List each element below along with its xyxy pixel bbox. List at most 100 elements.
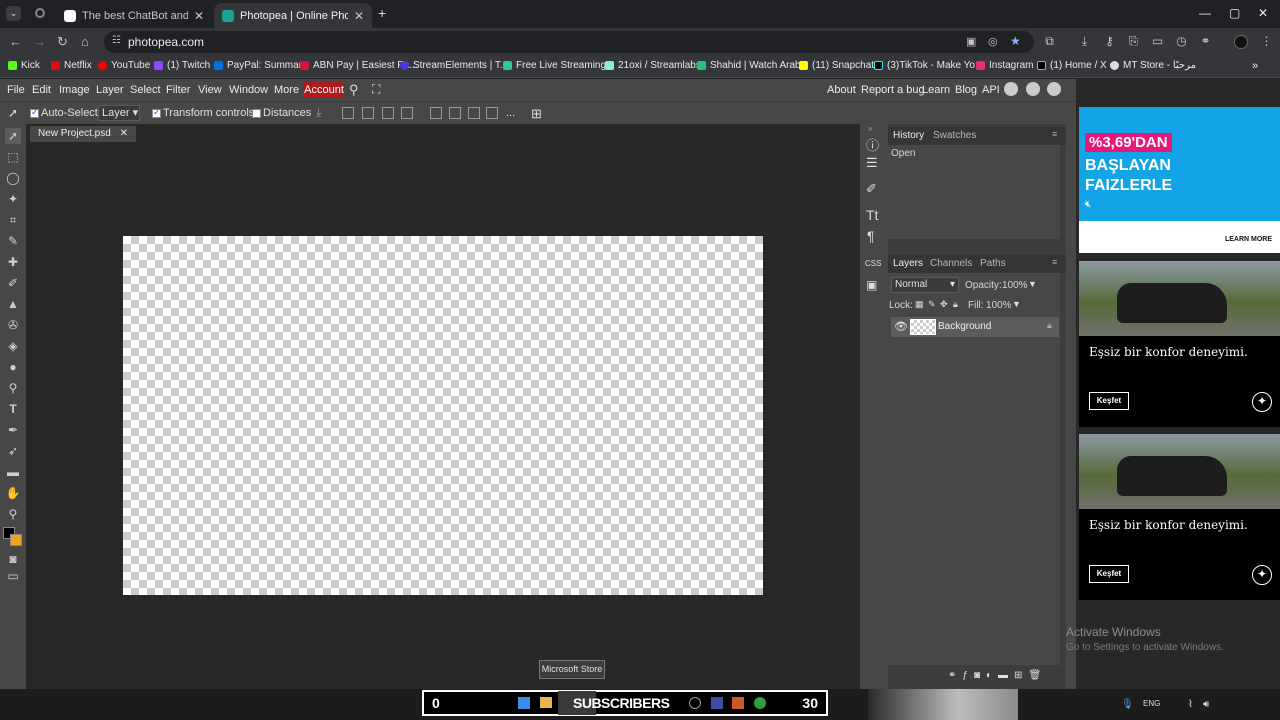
stamp-icon[interactable]: ▲ [5, 296, 21, 312]
windows-start-icon[interactable] [518, 697, 530, 709]
download-icon[interactable]: ⤓ [1078, 35, 1091, 48]
bookmark-streamlabs[interactable]: 21oxi / Streamlabs [605, 60, 701, 71]
menu-api[interactable]: API [982, 84, 1000, 96]
magic-wand-icon[interactable]: ✦ [5, 191, 21, 207]
bank-ad[interactable]: %3,69'DAN BAŞLAYAN FAIZLERLE 🔇︎ LEARN MO… [1079, 107, 1280, 253]
blend-mode-select[interactable]: Normal ▾ [891, 277, 959, 293]
account-button[interactable]: Account [304, 82, 344, 98]
card-icon[interactable]: ▭ [1151, 35, 1164, 48]
screen-mode-icon[interactable]: ▭ [5, 568, 21, 584]
menu-learn[interactable]: Learn [922, 84, 950, 96]
new-layer-icon[interactable]: ⊞ [1014, 670, 1028, 681]
bookmark-streamelements[interactable]: StreamElements | T... [400, 60, 508, 71]
brush-settings-icon[interactable]: ✐ [866, 181, 877, 197]
tab-layers[interactable]: Layers [893, 258, 923, 269]
opacity-dropdown-icon[interactable]: ▼ [1028, 279, 1037, 289]
move-tool-icon[interactable]: ➚ [8, 106, 18, 120]
hand-icon[interactable]: ✋ [5, 485, 21, 501]
extensions-icon[interactable]: ⧉ [1043, 35, 1056, 48]
close-icon[interactable]: ✕ [194, 9, 204, 23]
history-brush-icon[interactable]: ✇ [5, 317, 21, 333]
lock-all-icon[interactable]: 🔒︎ [953, 299, 958, 310]
history-item[interactable]: Open [891, 148, 915, 159]
zoom-icon[interactable]: ⚲ [5, 506, 21, 522]
menu-about[interactable]: About [827, 84, 856, 96]
brush-icon[interactable]: ✐ [5, 275, 21, 291]
file-explorer-icon[interactable] [540, 697, 552, 708]
visibility-eye-icon[interactable]: 👁︎ [894, 320, 908, 333]
align-right-icon[interactable] [382, 107, 394, 119]
bookmark-mtstore[interactable]: MT Store - مرحبًا [1110, 60, 1196, 71]
link-icon[interactable]: ⚭ [1199, 35, 1212, 48]
align-middle-icon[interactable] [449, 107, 461, 119]
new-tab-icon[interactable]: + [378, 5, 386, 21]
link-layers-icon[interactable]: ⚭ [948, 670, 962, 681]
shape-icon[interactable]: ▬ [5, 464, 21, 480]
menu-blog[interactable]: Blog [955, 84, 977, 96]
adjustments-icon[interactable]: ☰ [866, 155, 878, 171]
download-arrow-icon[interactable]: ⤓ [316, 105, 321, 120]
blur-icon[interactable]: ● [5, 359, 21, 375]
folder-icon[interactable]: ▬ [998, 670, 1014, 681]
reload-icon[interactable]: ↻ [57, 34, 68, 50]
close-icon[interactable]: ✕ [354, 9, 364, 23]
more-bookmarks-icon[interactable]: » [1252, 60, 1258, 72]
tab-search-icon[interactable]: ⌄ [6, 6, 21, 21]
move-tool-icon[interactable]: ➚ [5, 128, 21, 144]
reddit-icon[interactable] [1004, 82, 1018, 96]
document-canvas[interactable] [123, 236, 763, 595]
forward-icon[interactable]: → [33, 34, 46, 49]
bookmark-youtube[interactable]: YouTube [98, 60, 150, 71]
tab-chatbot[interactable]: The best ChatBot and Widgets ✕ [56, 3, 212, 28]
type-tool-icon[interactable]: T [5, 401, 21, 417]
panel-scrollbar[interactable] [1066, 124, 1076, 689]
paragraph-icon[interactable]: ¶ [867, 228, 875, 244]
back-icon[interactable]: ← [9, 34, 22, 49]
app-icon[interactable] [711, 697, 723, 709]
volume-icon[interactable]: 🔊︎ [1203, 699, 1209, 710]
info-icon[interactable]: ⓘ [866, 135, 879, 154]
bookmark-tiktok[interactable]: (3)TikTok - Make Yo... [874, 60, 983, 71]
fill-value[interactable]: 100% [986, 300, 1012, 311]
menu-filter[interactable]: Filter [166, 84, 190, 96]
twitter-icon[interactable] [1026, 82, 1040, 96]
learn-more-button[interactable]: LEARN MORE [1225, 236, 1272, 243]
panel-menu-icon[interactable]: ≡ [1052, 129, 1057, 139]
bookmark-x[interactable]: (1) Home / X [1037, 60, 1107, 71]
crop-icon[interactable]: ⌗ [5, 212, 21, 228]
fill-dropdown-icon[interactable]: ▼ [1012, 299, 1021, 309]
distances-checkbox[interactable] [252, 109, 261, 118]
collapse-icon[interactable]: » [868, 124, 872, 133]
app-icon[interactable] [732, 697, 744, 709]
tab-swatches[interactable]: Swatches [933, 130, 976, 141]
bookmark-twitch[interactable]: (1) Twitch [154, 60, 210, 71]
mask-icon[interactable]: ◙ [974, 670, 986, 681]
quick-mask-icon[interactable]: ◙ [5, 551, 21, 567]
lock-transparency-icon[interactable]: ▦ [915, 299, 924, 310]
grid-icon[interactable]: ⊞ [531, 106, 542, 122]
lock-pixels-icon[interactable]: ✎ [928, 299, 936, 310]
opacity-value[interactable]: 100% [1002, 280, 1028, 291]
menu-view[interactable]: View [198, 84, 222, 96]
effects-icon[interactable]: ƒ [962, 670, 974, 681]
character-icon[interactable]: Tt [866, 207, 878, 223]
healing-icon[interactable]: ✚ [5, 254, 21, 270]
maximize-icon[interactable]: ▢ [1229, 6, 1240, 20]
app-icon[interactable] [689, 697, 701, 709]
marquee-icon[interactable]: ⬚ [5, 149, 21, 165]
layer-group-select[interactable]: Layer ▾ [98, 105, 140, 121]
adjustment-layer-icon[interactable]: ◐ [986, 670, 998, 681]
menu-select[interactable]: Select [130, 84, 161, 96]
eyedropper-icon[interactable]: ✎ [5, 233, 21, 249]
eraser-icon[interactable]: ◈ [5, 338, 21, 354]
dodge-icon[interactable]: ⚲ [5, 380, 21, 396]
menu-layer[interactable]: Layer [96, 84, 124, 96]
align-center-icon[interactable] [362, 107, 374, 119]
lock-position-icon[interactable]: ✥ [940, 299, 948, 310]
transform-controls-checkbox[interactable] [152, 107, 161, 118]
car-ad-1[interactable]: Eşsiz bir konfor deneyimi. Keşfet ✦ [1079, 261, 1280, 427]
align-left-icon[interactable] [342, 107, 354, 119]
bookmark-streaming[interactable]: Free Live Streaming... [503, 60, 614, 71]
bookmark-snapchat[interactable]: (11) Snapchat [799, 60, 874, 71]
delete-icon[interactable]: 🗑︎ [1028, 670, 1047, 681]
